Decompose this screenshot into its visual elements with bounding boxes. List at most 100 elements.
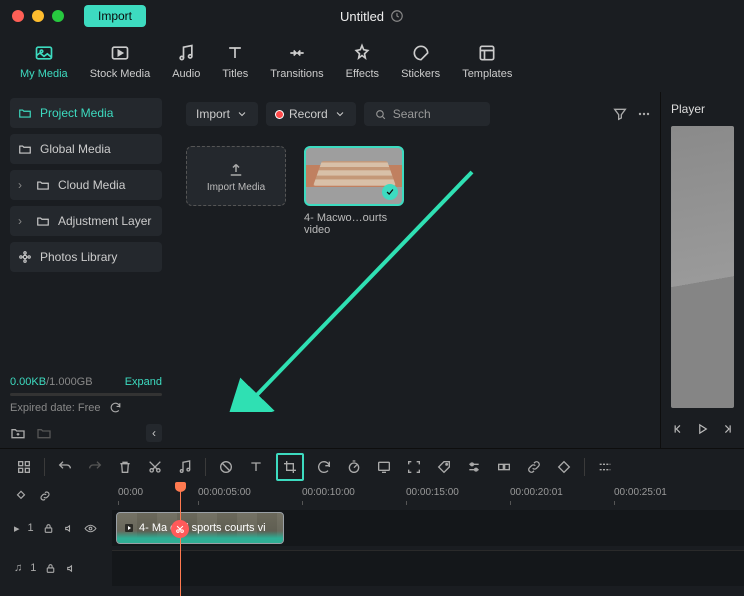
new-folder-icon[interactable]	[10, 425, 26, 441]
link-tool[interactable]	[524, 457, 544, 477]
text-tool[interactable]	[246, 457, 266, 477]
tab-titles[interactable]: Titles	[216, 38, 254, 84]
more-icon[interactable]	[636, 106, 652, 122]
tab-templates[interactable]: Templates	[456, 38, 518, 84]
effects-icon	[351, 42, 373, 64]
screen-tool[interactable]	[374, 457, 394, 477]
ruler-tick: 00:00:20:01	[510, 487, 563, 498]
titles-icon	[224, 42, 246, 64]
stock-media-icon	[109, 42, 131, 64]
chain-icon[interactable]	[38, 489, 52, 503]
audio-track-icon: ♫	[14, 562, 22, 574]
media-clip-label: 4- Macwo…ourts video	[304, 212, 404, 236]
separator	[584, 458, 585, 476]
audio-icon	[175, 42, 197, 64]
adjust-tool[interactable]	[464, 457, 484, 477]
redo-tool[interactable]	[85, 457, 105, 477]
history-icon	[390, 9, 404, 23]
video-track-head[interactable]: ▸ 1	[0, 522, 112, 535]
tab-audio[interactable]: Audio	[166, 38, 206, 84]
music-tool[interactable]	[175, 457, 195, 477]
templates-icon	[476, 42, 498, 64]
media-clip-tile[interactable]: 4- Macwo…ourts video	[304, 146, 404, 236]
folder-icon[interactable]	[36, 425, 52, 441]
expired-date: Expired date: Free	[10, 401, 162, 414]
filter-icon[interactable]	[612, 106, 628, 122]
sidebar-item-adjustment-layer[interactable]: › Adjustment Layer	[10, 206, 162, 236]
prev-frame-icon[interactable]	[671, 420, 685, 438]
mask-tool[interactable]	[216, 457, 236, 477]
eye-icon[interactable]	[84, 522, 97, 535]
tab-my-media[interactable]: My Media	[14, 38, 74, 84]
folder-icon	[18, 106, 32, 120]
storage-bar	[10, 393, 162, 396]
sidebar-item-cloud-media[interactable]: › Cloud Media	[10, 170, 162, 200]
timeline-ruler[interactable]: 00:00 00:00:05:00 00:00:10:00 00:00:15:0…	[112, 484, 744, 508]
sidebar-item-photos-library[interactable]: Photos Library	[10, 242, 162, 272]
search-icon	[374, 108, 387, 121]
ruler-tick: 00:00	[118, 487, 143, 498]
folder-icon	[36, 214, 50, 228]
import-media-tile[interactable]: Import Media	[186, 146, 286, 236]
layout-tool[interactable]	[14, 457, 34, 477]
lock-icon[interactable]	[44, 562, 57, 575]
stickers-icon	[410, 42, 432, 64]
play-icon[interactable]	[695, 420, 709, 438]
group-tool[interactable]	[494, 457, 514, 477]
mute-icon[interactable]	[65, 562, 78, 575]
separator	[44, 458, 45, 476]
collapse-sidebar-button[interactable]: ‹	[146, 424, 162, 442]
window-zoom[interactable]	[52, 10, 64, 22]
folder-icon	[36, 178, 50, 192]
marker-icon[interactable]	[14, 489, 28, 503]
folder-icon	[18, 142, 32, 156]
tag-tool[interactable]	[434, 457, 454, 477]
cut-tool[interactable]	[145, 457, 165, 477]
cut-marker-icon[interactable]	[171, 520, 189, 538]
flower-icon	[18, 250, 32, 264]
window-minimize[interactable]	[32, 10, 44, 22]
audio-track-head[interactable]: ♫ 1	[0, 562, 112, 575]
ruler-tick: 00:00:15:00	[406, 487, 459, 498]
lock-icon[interactable]	[42, 522, 55, 535]
import-dropdown[interactable]: Import	[186, 102, 258, 126]
expand-link[interactable]: Expand	[125, 376, 162, 388]
tab-stock-media[interactable]: Stock Media	[84, 38, 157, 84]
upload-icon	[227, 160, 245, 178]
storage-readout: 0.00KB/1.000GB Expand	[10, 376, 162, 388]
chevron-right-icon: ›	[18, 178, 28, 192]
tab-transitions[interactable]: Transitions	[264, 38, 329, 84]
speed-tool[interactable]	[344, 457, 364, 477]
focus-tool[interactable]	[404, 457, 424, 477]
my-media-icon	[33, 42, 55, 64]
transitions-icon	[286, 42, 308, 64]
mute-icon[interactable]	[63, 522, 76, 535]
tab-effects[interactable]: Effects	[340, 38, 385, 84]
ruler-tick: 00:00:10:00	[302, 487, 355, 498]
timeline-clip[interactable]: 4- Ma ood sports courts vi	[116, 512, 284, 544]
ruler-tick: 00:00:25:01	[614, 487, 667, 498]
delete-tool[interactable]	[115, 457, 135, 477]
player-viewport[interactable]	[671, 126, 734, 408]
search-input[interactable]: Search	[364, 102, 490, 126]
record-dropdown[interactable]: Record	[266, 102, 356, 126]
clip-play-icon	[123, 522, 135, 534]
chevron-down-icon	[334, 108, 346, 120]
video-track-icon: ▸	[14, 522, 20, 535]
keyframe-tool[interactable]	[554, 457, 574, 477]
track-tool[interactable]	[595, 457, 615, 477]
next-frame-icon[interactable]	[720, 420, 734, 438]
sidebar-item-project-media[interactable]: Project Media	[10, 98, 162, 128]
refresh-icon[interactable]	[109, 401, 122, 414]
playhead[interactable]	[180, 484, 181, 596]
undo-tool[interactable]	[55, 457, 75, 477]
crop-tool[interactable]	[276, 453, 304, 481]
import-button[interactable]: Import	[84, 5, 146, 27]
sidebar-item-global-media[interactable]: Global Media	[10, 134, 162, 164]
tab-stickers[interactable]: Stickers	[395, 38, 446, 84]
rotate-tool[interactable]	[314, 457, 334, 477]
player-title: Player	[671, 102, 734, 116]
chevron-down-icon	[236, 108, 248, 120]
window-close[interactable]	[12, 10, 24, 22]
clip-label-text: 4- Ma ood sports courts vi	[139, 522, 266, 534]
